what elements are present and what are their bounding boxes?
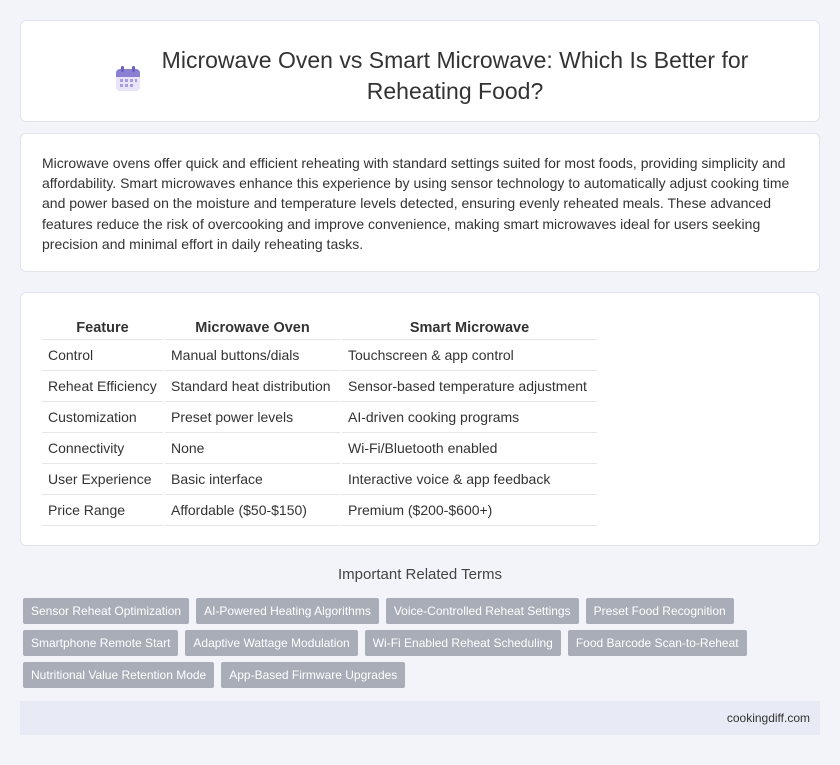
row-smart-microwave: Interactive voice & app feedback — [340, 463, 597, 495]
table-row: Control Manual buttons/dials Touchscreen… — [42, 339, 597, 371]
related-terms-list: Sensor Reheat Optimization AI-Powered He… — [23, 598, 823, 688]
row-microwave-oven: Manual buttons/dials — [163, 339, 341, 371]
row-microwave-oven: Preset power levels — [163, 401, 341, 433]
table-row: Customization Preset power levels AI-dri… — [42, 401, 597, 433]
related-term-tag[interactable]: Preset Food Recognition — [585, 598, 734, 624]
table-row: Reheat Efficiency Standard heat distribu… — [42, 370, 597, 402]
related-term-tag[interactable]: Adaptive Wattage Modulation — [185, 630, 358, 656]
intro-card: Microwave ovens offer quick and efficien… — [20, 133, 820, 272]
related-term-tag[interactable]: Sensor Reheat Optimization — [23, 598, 190, 624]
header-microwave-oven: Microwave Oven — [163, 317, 341, 340]
row-feature: Price Range — [42, 494, 164, 526]
comparison-card: Feature Microwave Oven Smart Microwave C… — [20, 292, 820, 546]
row-smart-microwave: Premium ($200-$600+) — [340, 494, 597, 526]
related-terms-heading: Important Related Terms — [338, 566, 502, 583]
related-term-tag[interactable]: Voice-Controlled Reheat Settings — [385, 598, 579, 624]
row-feature: Customization — [42, 401, 164, 433]
footer-site-link[interactable]: cookingdiff.com — [727, 711, 810, 725]
comparison-table: Feature Microwave Oven Smart Microwave C… — [42, 317, 597, 526]
header-feature: Feature — [42, 317, 164, 340]
row-microwave-oven: Standard heat distribution — [163, 370, 341, 402]
row-feature: Connectivity — [42, 432, 164, 464]
row-feature: Reheat Efficiency — [42, 370, 164, 402]
table-row: User Experience Basic interface Interact… — [42, 463, 597, 495]
header-smart-microwave: Smart Microwave — [340, 317, 597, 340]
related-term-tag[interactable]: Nutritional Value Retention Mode — [23, 662, 215, 688]
row-feature: User Experience — [42, 463, 164, 495]
row-smart-microwave: Sensor-based temperature adjustment — [340, 370, 597, 402]
related-term-tag[interactable]: Wi-Fi Enabled Reheat Scheduling — [364, 630, 561, 656]
related-term-tag[interactable]: Smartphone Remote Start — [23, 630, 179, 656]
related-term-tag[interactable]: App-Based Firmware Upgrades — [221, 662, 406, 688]
page-title: Microwave Oven vs Smart Microwave: Which… — [161, 47, 749, 104]
row-smart-microwave: Wi-Fi/Bluetooth enabled — [340, 432, 597, 464]
row-smart-microwave: AI-driven cooking programs — [340, 401, 597, 433]
intro-paragraph: Microwave ovens offer quick and efficien… — [42, 155, 790, 252]
table-row: Connectivity None Wi-Fi/Bluetooth enable… — [42, 432, 597, 464]
row-microwave-oven: Basic interface — [163, 463, 341, 495]
row-microwave-oven: None — [163, 432, 341, 464]
table-row: Price Range Affordable ($50-$150) Premiu… — [42, 494, 597, 526]
title-card: Microwave Oven vs Smart Microwave: Which… — [20, 20, 820, 122]
footer: cookingdiff.com — [20, 701, 820, 735]
related-term-tag[interactable]: Food Barcode Scan-to-Reheat — [567, 630, 747, 656]
row-feature: Control — [42, 339, 164, 371]
related-term-tag[interactable]: AI-Powered Heating Algorithms — [196, 598, 379, 624]
row-smart-microwave: Touchscreen & app control — [340, 339, 597, 371]
row-microwave-oven: Affordable ($50-$150) — [163, 494, 341, 526]
table-header-row: Feature Microwave Oven Smart Microwave — [42, 317, 597, 340]
